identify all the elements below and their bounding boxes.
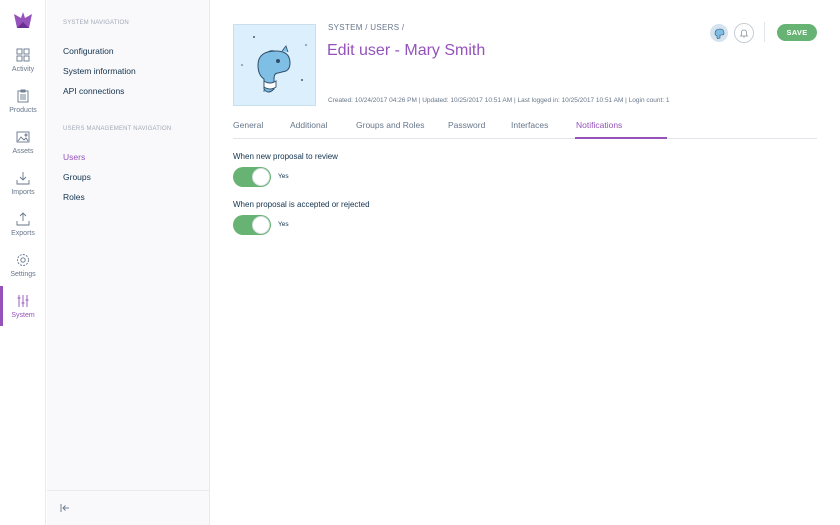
menu-item-products[interactable]: Products [0,89,46,129]
menu-item-label: System [11,312,35,319]
tab-password[interactable]: Password [448,120,485,130]
tab-interfaces[interactable]: Interfaces [511,120,548,130]
bell-icon [739,29,749,38]
menu-item-system[interactable]: System [0,286,46,334]
new-proposal-toggle[interactable] [233,167,271,187]
tab-groups-and-roles[interactable]: Groups and Roles [356,120,425,130]
akeneo-logo-icon[interactable] [12,10,34,32]
menu-item-activity[interactable]: Activity [0,48,46,88]
user-avatar-illustration[interactable] [233,24,316,106]
menu-item-settings[interactable]: Settings [0,253,46,293]
user-meta-info: Created: 10/24/2017 04:26 PM | Updated: … [328,97,670,104]
nav-link-system-information[interactable]: System information [63,66,136,76]
system-navigation-panel: SYSTEM NAVIGATION Configuration System i… [47,0,210,525]
main-content: SYSTEM / USERS / Edit user - Mary Smith … [211,0,840,525]
menu-item-label: Activity [11,66,35,73]
proposal-accepted-toggle-value: Yes [278,221,289,228]
menu-item-label: Assets [12,148,34,155]
menu-item-assets[interactable]: Assets [0,130,46,170]
nav-link-api-connections[interactable]: API connections [63,86,124,96]
system-navigation-title: SYSTEM NAVIGATION [63,20,129,26]
page-title: Edit user - Mary Smith [327,42,486,59]
dinosaur-illustration [241,36,307,93]
new-proposal-toggle-value: Yes [278,173,289,180]
menu-item-exports[interactable]: Exports [0,212,46,252]
main-menu: Activity Products Assets Imports Exports… [0,0,46,525]
nav-link-groups[interactable]: Groups [63,172,91,182]
tab-notifications[interactable]: Notifications [576,120,622,130]
menu-item-label: Exports [11,230,35,237]
tab-additional[interactable]: Additional [290,120,327,130]
tab-bar: General Additional Groups and Roles Pass… [233,117,817,139]
active-tab-indicator [575,137,667,139]
proposal-accepted-toggle[interactable] [233,215,271,235]
nav-link-users[interactable]: Users [63,152,85,162]
navigation-footer [47,490,209,525]
settings-icon [17,254,29,266]
assets-icon [16,131,30,143]
proposal-accepted-label: When proposal is accepted or rejected [233,200,370,209]
activity-icon [16,48,30,62]
menu-item-label: Settings [10,271,36,278]
user-menu-avatar[interactable] [710,24,728,42]
toggle-knob [252,168,270,186]
header-divider [764,22,765,42]
save-button[interactable]: SAVE [777,24,817,41]
exports-icon [16,212,30,226]
dinosaur-avatar-icon [714,28,725,39]
menu-item-label: Products [9,107,37,114]
tab-general[interactable]: General [233,120,263,130]
users-management-navigation-title: USERS MANAGEMENT NAVIGATION [63,126,172,132]
imports-icon [16,172,30,185]
system-icon [17,295,29,307]
nav-link-roles[interactable]: Roles [63,192,85,202]
toggle-knob [252,216,270,234]
nav-link-configuration[interactable]: Configuration [63,46,114,56]
notifications-bell[interactable] [734,23,754,43]
breadcrumb[interactable]: SYSTEM / USERS / [328,23,404,32]
menu-item-label: Imports [11,189,35,196]
products-icon [17,89,29,103]
new-proposal-label: When new proposal to review [233,152,338,161]
menu-item-imports[interactable]: Imports [0,171,46,211]
collapse-icon[interactable] [60,503,70,513]
